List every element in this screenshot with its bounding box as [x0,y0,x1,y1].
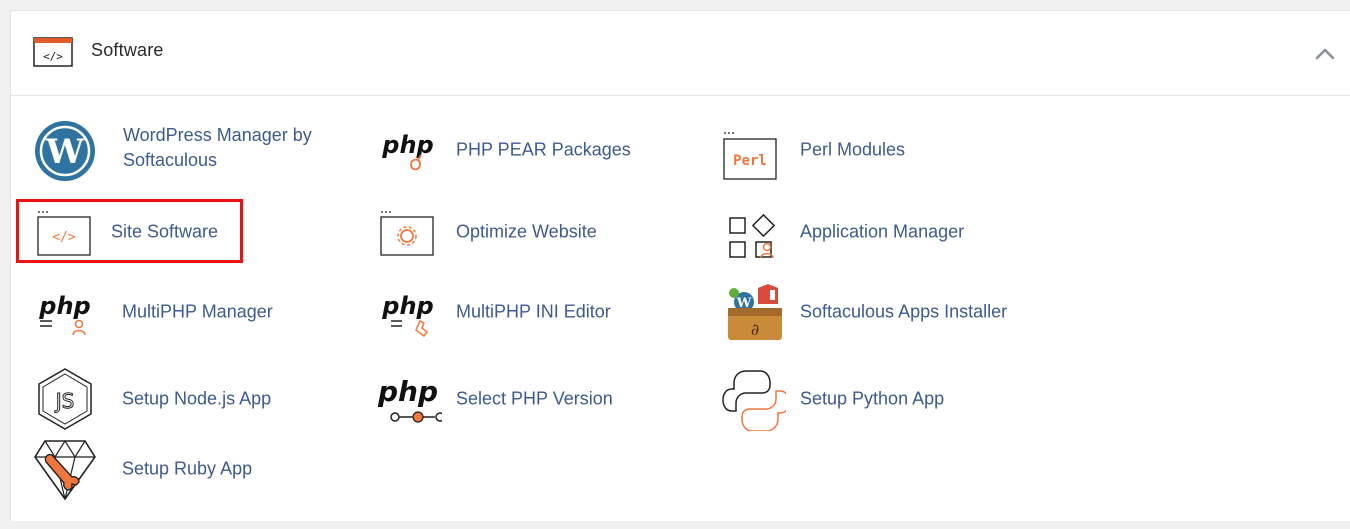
svg-text:</>: </> [52,230,76,245]
wordpress-manager-link[interactable]: W WordPress Manager by Softaculous [33,118,353,182]
svg-text:php: php [381,131,433,159]
item-label: Perl Modules [800,139,906,160]
setup-nodejs-app-link[interactable]: JS Setup Node.js App [33,367,313,431]
setup-ruby-app-link[interactable]: Setup Ruby App [33,437,313,501]
multiphp-manager-link[interactable]: php MultiPHP Manager [33,280,313,344]
svg-text:php: php [381,292,433,320]
svg-text:JS: JS [54,389,75,413]
softaculous-box-icon: W ∂ [722,280,786,344]
softaculous-apps-installer-link[interactable]: W ∂ Softaculous Apps Installer [722,280,1062,344]
panel-header[interactable]: </> Software [11,11,1350,96]
item-label: MultiPHP INI Editor [456,301,611,322]
optimize-gear-icon [378,200,442,264]
chevron-up-icon[interactable] [1312,41,1338,67]
item-label: Setup Ruby App [122,458,253,479]
svg-text:Perl: Perl [733,153,767,169]
item-label: Application Manager [800,221,965,242]
php-pear-packages-link[interactable]: php PHP PEAR Packages [378,118,658,182]
select-php-version-link[interactable]: php Select PHP Version [378,367,658,431]
code-window-icon: </> [33,37,73,67]
item-label: Site Software [111,221,219,242]
multiphp-ini-icon: php [378,280,442,344]
item-label: PHP PEAR Packages [456,139,631,160]
site-software-link[interactable]: </> Site Software [33,200,273,264]
svg-text:php: php [38,292,90,320]
svg-text:php: php [378,375,438,408]
perl-modules-link[interactable]: Perl Perl Modules [722,118,982,182]
perl-icon: Perl [722,118,786,182]
item-label: Optimize Website [456,221,597,242]
software-panel: </> Software W WordPress Manager by Softa… [10,10,1350,521]
multiphp-manager-icon: php [33,280,97,344]
svg-text:</>: </> [43,50,63,63]
multiphp-ini-editor-link[interactable]: php MultiPHP INI Editor [378,280,658,344]
svg-text:∂: ∂ [751,320,759,339]
setup-python-app-link[interactable]: Setup Python App [722,367,1002,431]
section-title: Software [91,40,164,60]
item-label: Setup Python App [800,388,945,409]
code-window-icon: </> [33,200,97,264]
optimize-website-link[interactable]: Optimize Website [378,200,658,264]
nodejs-icon: JS [33,367,97,431]
item-label: WordPress Manager by Softaculous [123,125,312,170]
item-label: Softaculous Apps Installer [800,301,1008,322]
item-label: MultiPHP Manager [122,301,273,322]
item-label: Select PHP Version [456,388,613,409]
item-label: Setup Node.js App [122,388,272,409]
app-grid-icon [722,200,786,264]
wordpress-icon: W [33,118,97,182]
ruby-icon [33,437,97,501]
php-version-icon: php [378,367,442,431]
php-pear-icon: php [378,118,442,182]
application-manager-link[interactable]: Application Manager [722,200,1022,264]
svg-text:W: W [45,132,85,172]
python-icon [722,367,786,431]
